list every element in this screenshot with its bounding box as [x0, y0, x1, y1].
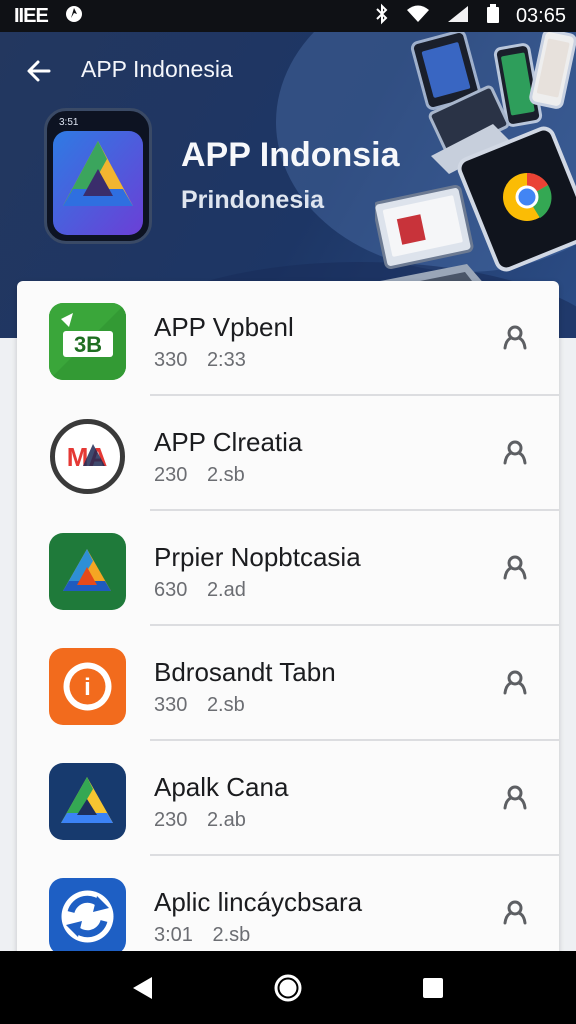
home-nav-icon[interactable]: [263, 963, 313, 1013]
recents-nav-icon[interactable]: [408, 963, 458, 1013]
wifi-icon: [406, 4, 430, 29]
refresh-arrows-icon: [49, 878, 126, 955]
app-logo-icon: 3:51: [44, 108, 152, 244]
app-meta-value: 2.sb: [206, 694, 245, 716]
drive-triangle-icon: [49, 763, 126, 840]
app-meta-value: 2.sb: [206, 464, 245, 486]
header-title: APP Indonesia: [81, 56, 233, 82]
location-icon: [64, 4, 84, 29]
app-meta-value: 2.ab: [206, 809, 246, 831]
status-right: 03:65: [374, 3, 566, 30]
list-item[interactable]: Prpier Nopbtcasia 630 2.ad: [17, 511, 559, 626]
list-item[interactable]: MA APP Clreatia 230 2.sb: [17, 396, 559, 511]
app-meta: 230 2.sb: [154, 464, 245, 487]
app-meta-value: 2.sb: [212, 924, 251, 946]
app-meta: 330 2.sb: [154, 694, 245, 717]
app-title: Aplic lincáycbsara: [154, 887, 363, 917]
app-meta-value: 2:33: [206, 349, 246, 371]
app-title: Prpier Nopbtcasia: [154, 542, 361, 572]
app-list: 3B APP Vpbenl 330 2:33 MA APP Clreatia 2…: [17, 281, 559, 961]
bluetooth-icon: [374, 3, 390, 30]
app-meta-count: 230: [154, 464, 188, 486]
app-meta-value: 2.ad: [206, 579, 246, 601]
green-3b-icon: 3B: [49, 303, 126, 380]
list-item[interactable]: Aplic lincáycbsara 3:01 2.sb: [17, 856, 559, 961]
app-title: Apalk Cana: [154, 772, 289, 802]
signal-icon: [446, 4, 470, 29]
clock: 03:65: [515, 4, 566, 27]
ma-logo-icon: MA: [49, 418, 126, 495]
app-name: APP Indonsia: [181, 136, 400, 174]
person-icon[interactable]: [497, 664, 533, 700]
list-item[interactable]: Apalk Cana 230 2.ab: [17, 741, 559, 856]
app-title: Bdrosandt Tabn: [154, 657, 336, 687]
app-meta: 230 2.ab: [154, 809, 246, 832]
list-item[interactable]: 3B APP Vpbenl 330 2:33: [17, 281, 559, 396]
person-icon[interactable]: [497, 549, 533, 585]
status-bar: IIEE 03:65: [0, 0, 576, 32]
app-meta: 330 2:33: [154, 349, 246, 372]
person-icon[interactable]: [497, 434, 533, 470]
svg-text:3B: 3B: [74, 332, 102, 357]
app-meta-count: 330: [154, 694, 188, 716]
info-icon: i: [49, 648, 126, 725]
app-meta-count: 630: [154, 579, 188, 601]
app-title: APP Vpbenl: [154, 312, 294, 342]
status-left: IIEE: [14, 4, 84, 29]
back-nav-icon[interactable]: [118, 963, 168, 1013]
app-meta: 630 2.ad: [154, 579, 246, 602]
app-meta-count: 230: [154, 809, 188, 831]
battery-icon: [486, 3, 500, 29]
app-meta-count: 330: [154, 349, 188, 371]
back-arrow-icon[interactable]: [22, 54, 56, 88]
app-meta-count: 3:01: [154, 924, 193, 946]
svg-text:i: i: [84, 674, 91, 701]
person-icon[interactable]: [497, 779, 533, 815]
drive-triangle-icon: [49, 533, 126, 610]
navigation-bar: [0, 951, 576, 1024]
list-item[interactable]: i Bdrosandt Tabn 330 2.sb: [17, 626, 559, 741]
app-title: APP Clreatia: [154, 427, 303, 457]
app-meta: 3:01 2.sb: [154, 924, 250, 947]
person-icon[interactable]: [497, 319, 533, 355]
person-icon[interactable]: [497, 894, 533, 930]
status-brand: IIEE: [14, 4, 49, 27]
screen: IIEE 03:65 APP Indonesia 3:51 APP Indons…: [0, 0, 576, 1024]
app-subtitle: Prindonesia: [181, 186, 325, 214]
